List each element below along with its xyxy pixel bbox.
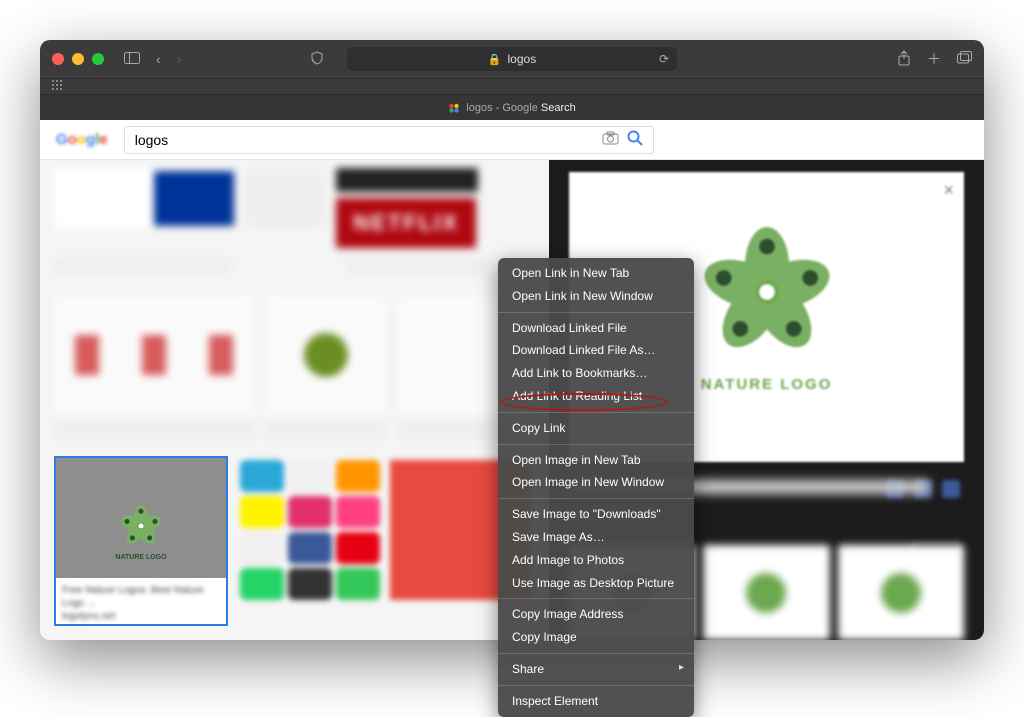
thumb-logo-label: NATURE LOGO xyxy=(115,554,166,561)
share-icon[interactable] xyxy=(897,50,911,69)
google-logo[interactable]: Google xyxy=(52,129,112,150)
minimize-window-button[interactable] xyxy=(72,53,84,65)
context-menu-item[interactable]: Download Linked File As… xyxy=(498,339,694,362)
nature-logo-graphic xyxy=(702,227,832,357)
back-icon[interactable]: ‹ xyxy=(156,51,161,67)
context-menu-separator xyxy=(498,312,694,313)
context-menu-separator xyxy=(498,598,694,599)
context-menu-separator xyxy=(498,685,694,686)
bookmarks-grid-icon[interactable] xyxy=(52,80,62,93)
result-thumb[interactable] xyxy=(266,296,386,414)
google-search-bar: Google xyxy=(40,120,984,160)
context-menu-item[interactable]: Copy Image xyxy=(498,626,694,649)
search-icon[interactable] xyxy=(627,130,643,150)
context-menu-item[interactable]: Inspect Element xyxy=(498,690,694,713)
refresh-icon[interactable]: ⟳ xyxy=(659,52,669,66)
new-tab-icon[interactable]: ＋ xyxy=(927,49,941,69)
toolbar-right: ＋ xyxy=(897,49,972,69)
result-caption xyxy=(54,422,254,440)
context-menu-item[interactable]: Use Image as Desktop Picture xyxy=(498,572,694,595)
result-caption xyxy=(346,258,488,274)
context-menu-item[interactable]: Save Image As… xyxy=(498,526,694,549)
forward-icon[interactable]: › xyxy=(177,51,182,67)
selected-result-caption: Free Nature Logos: Best Nature Logo ... … xyxy=(56,578,226,629)
tabs-overview-icon[interactable] xyxy=(957,51,972,67)
context-menu-separator xyxy=(498,498,694,499)
tab-bar: logos - Google Search xyxy=(40,94,984,120)
result-thumb-app-icons[interactable] xyxy=(240,460,380,600)
search-input[interactable] xyxy=(135,132,594,148)
selected-result-image: NATURE LOGO xyxy=(56,458,226,578)
context-menu-item[interactable]: Download Linked File xyxy=(498,317,694,340)
url-text: logos xyxy=(508,52,537,66)
context-menu-separator xyxy=(498,444,694,445)
context-menu-item[interactable]: Copy Link xyxy=(498,417,694,440)
result-thumb[interactable] xyxy=(54,296,254,414)
context-menu-item[interactable]: Open Link in New Tab xyxy=(498,262,694,285)
tab-title[interactable]: logos - Google Search xyxy=(466,102,575,114)
lock-icon: 🔒 xyxy=(488,53,502,66)
close-preview-icon[interactable]: × xyxy=(943,180,954,201)
result-thumb[interactable] xyxy=(154,171,234,226)
favorites-bar xyxy=(40,78,984,94)
privacy-report-icon[interactable] xyxy=(310,51,324,68)
context-menu-separator xyxy=(498,412,694,413)
tab-favicon xyxy=(448,102,460,114)
selected-result[interactable]: NATURE LOGO Free Nature Logos: Best Natu… xyxy=(54,456,228,626)
context-menu-item[interactable]: Add Link to Bookmarks… xyxy=(498,362,694,385)
maximize-window-button[interactable] xyxy=(92,53,104,65)
context-menu-separator xyxy=(498,653,694,654)
result-caption xyxy=(54,258,232,274)
toolbar-left: ‹ › xyxy=(124,51,181,67)
result-thumb[interactable]: NETFLIX xyxy=(336,198,476,248)
context-menu: Open Link in New TabOpen Link in New Win… xyxy=(498,258,694,717)
context-menu-item[interactable]: Open Image in New Tab xyxy=(498,449,694,472)
result-thumb[interactable] xyxy=(336,168,478,192)
preview-logo-label: NATURE LOGO xyxy=(701,376,833,393)
url-bar[interactable]: 🔒 logos ⟳ xyxy=(347,47,677,71)
context-menu-item[interactable]: Open Image in New Window xyxy=(498,471,694,494)
camera-icon[interactable] xyxy=(602,131,619,149)
related-thumb[interactable] xyxy=(838,545,964,640)
nature-logo-graphic xyxy=(120,505,162,547)
result-caption xyxy=(266,422,386,440)
sidebar-icon[interactable] xyxy=(124,51,140,67)
context-menu-item[interactable]: Add Image to Photos xyxy=(498,549,694,572)
context-menu-item[interactable]: Add Link to Reading List xyxy=(498,385,694,408)
search-box[interactable] xyxy=(124,126,654,154)
context-menu-item[interactable]: Save Image to "Downloads" xyxy=(498,503,694,526)
context-menu-item[interactable]: Share xyxy=(498,658,694,681)
context-menu-item[interactable]: Open Link in New Window xyxy=(498,285,694,308)
related-thumb[interactable] xyxy=(703,545,829,640)
context-menu-item[interactable]: Copy Image Address xyxy=(498,603,694,626)
window-controls xyxy=(52,53,104,65)
close-window-button[interactable] xyxy=(52,53,64,65)
result-thumb[interactable] xyxy=(246,168,324,228)
titlebar: ‹ › 🔒 logos ⟳ ＋ xyxy=(40,40,984,78)
